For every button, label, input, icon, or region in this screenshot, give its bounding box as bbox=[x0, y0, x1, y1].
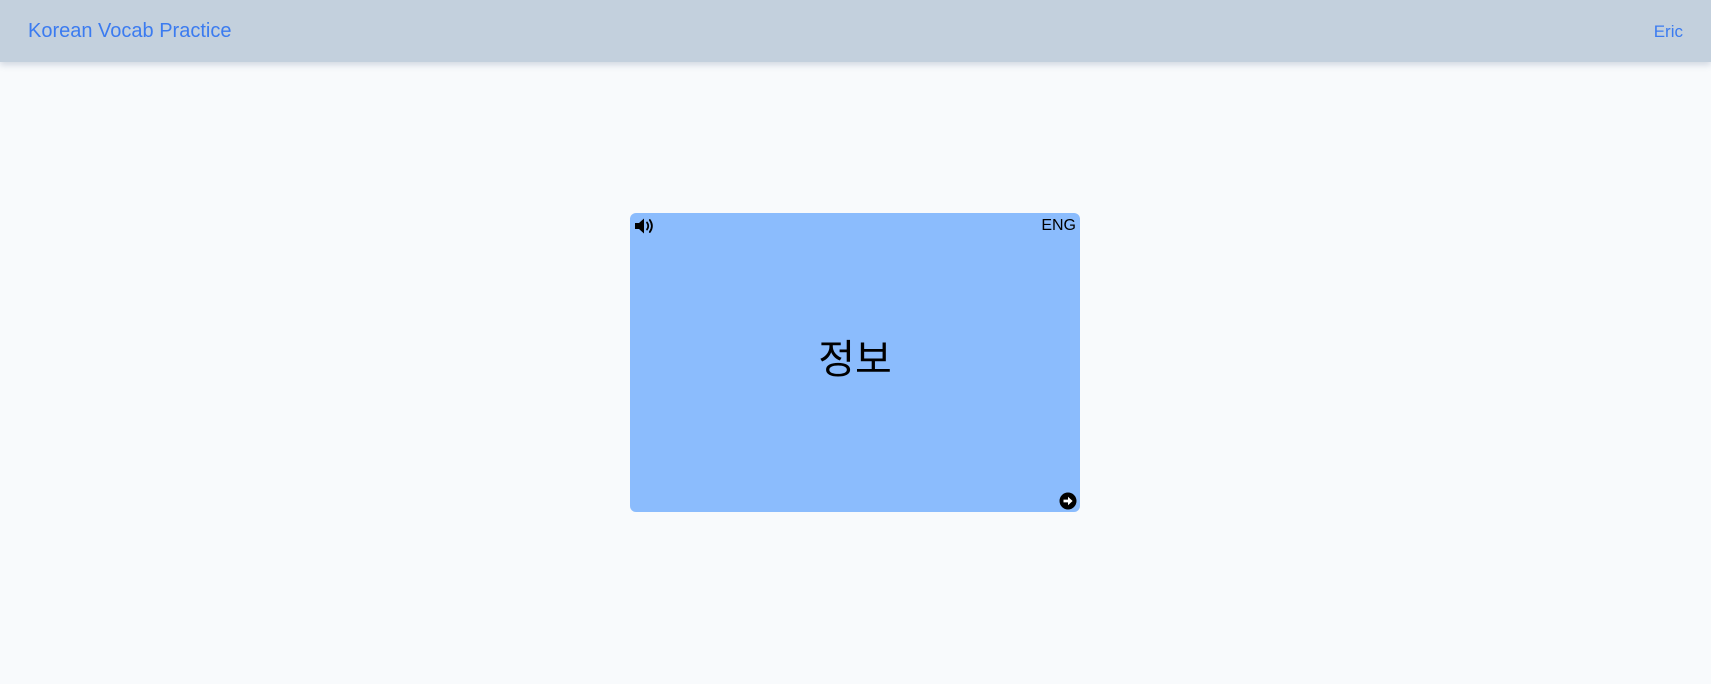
app-title-link[interactable]: Korean Vocab Practice bbox=[28, 18, 231, 44]
user-menu-link[interactable]: Eric bbox=[1654, 21, 1683, 43]
language-toggle-button[interactable]: ENG bbox=[1041, 217, 1076, 235]
flashcard-word: 정보 bbox=[818, 337, 892, 383]
top-navbar: Korean Vocab Practice Eric bbox=[0, 0, 1711, 62]
arrow-circle-right-icon[interactable] bbox=[1059, 492, 1077, 510]
speaker-volume-icon[interactable] bbox=[634, 217, 656, 235]
flashcard[interactable]: ENG 정보 bbox=[630, 213, 1080, 512]
